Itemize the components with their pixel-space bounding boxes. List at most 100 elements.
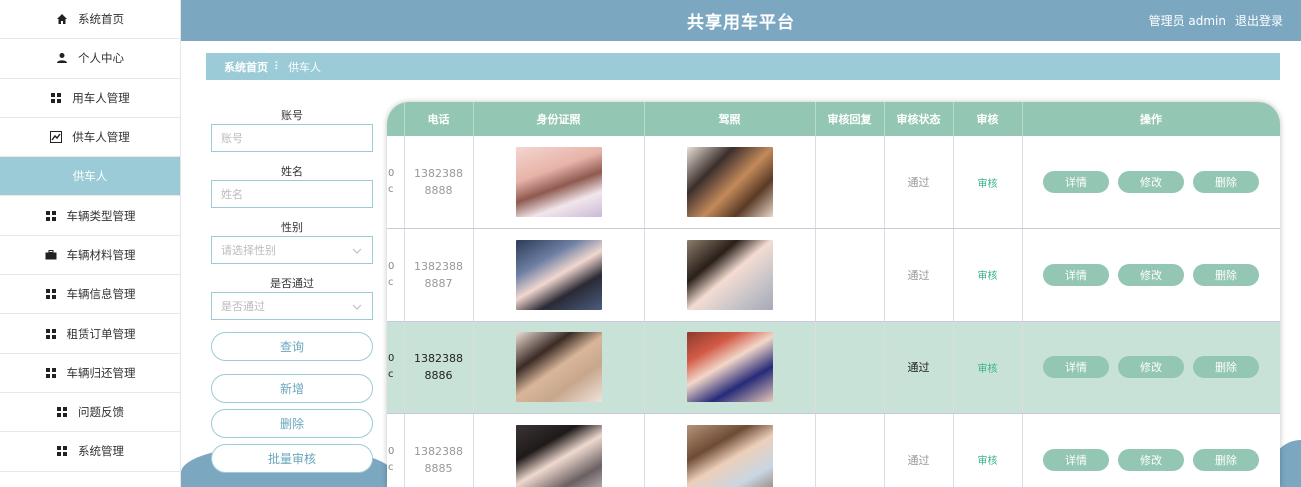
license-photo-image[interactable] [686, 147, 773, 217]
breadcrumb-current: 供车人 [288, 60, 322, 74]
sidebar-item-label: 车辆归还管理 [66, 365, 136, 380]
review-link[interactable]: 审核 [978, 456, 998, 467]
sidebar-item-label: 车辆信息管理 [66, 287, 136, 302]
phone-cell: 1382388 8887 [404, 228, 474, 322]
sidebar-item-label: 租赁订单管理 [66, 326, 136, 341]
id-photo-cell [473, 413, 645, 487]
table-row[interactable]: 0c 1382388 8885 通过 审核 详情 修改 删除 [387, 413, 1280, 487]
row-delete-button[interactable]: 删除 [1193, 171, 1259, 193]
truncated-cell: 0c [387, 228, 405, 322]
edit-button[interactable]: 修改 [1118, 171, 1184, 193]
row-delete-button[interactable]: 删除 [1193, 356, 1259, 379]
column-header: 电话 [404, 102, 474, 136]
name-input[interactable]: 姓名 [211, 180, 373, 208]
account-label: 账号 [281, 109, 303, 122]
supplier-table: 电话 身份证照 驾照 审核回复 审核状态 审核 操作 0c 1382388 888… [387, 102, 1280, 487]
review-link[interactable]: 审核 [978, 271, 998, 282]
passed-select[interactable]: 是否通过 [211, 292, 373, 320]
id-photo-image[interactable] [515, 332, 602, 403]
review-link[interactable]: 审核 [978, 179, 998, 190]
top-header: 共享用车平台 管理员 admin 退出登录 [181, 0, 1301, 41]
review-cell: 审核 [953, 413, 1023, 487]
grid-icon [45, 210, 57, 222]
name-placeholder: 姓名 [221, 188, 243, 201]
home-icon [56, 13, 68, 25]
account-placeholder: 账号 [221, 132, 243, 145]
license-photo-image[interactable] [686, 424, 773, 487]
sidebar-item-vehicle-materials[interactable]: 车辆材料管理 [0, 236, 180, 276]
actions-cell: 详情 修改 删除 [1022, 413, 1280, 487]
sidebar-item-renters[interactable]: 用车人管理 [0, 79, 180, 118]
review-reply-cell [815, 228, 885, 322]
gender-select[interactable]: 请选择性别 [211, 236, 373, 264]
logout-link[interactable]: 退出登录 [1235, 12, 1283, 29]
sidebar-item-suppliers[interactable]: 供车人管理 [0, 118, 180, 158]
sidebar-item-rental-orders[interactable]: 租赁订单管理 [0, 314, 180, 354]
truncated-text: c [388, 276, 394, 288]
sidebar-item-vehicle-types[interactable]: 车辆类型管理 [0, 196, 180, 236]
sidebar-item-supplier-sub[interactable]: 供车人 [0, 157, 180, 197]
phone-text: 1382388 [414, 352, 463, 366]
row-delete-button[interactable]: 删除 [1193, 263, 1259, 286]
passed-placeholder: 是否通过 [221, 300, 265, 313]
detail-button[interactable]: 详情 [1043, 356, 1109, 379]
grid-icon [45, 328, 57, 340]
id-photo-cell [473, 321, 645, 414]
table-row[interactable]: 0c 1382388 8887 通过 审核 详情 修改 删除 [387, 228, 1280, 322]
sidebar: 系统首页 个人中心 用车人管理 供车人管理 供车人 车辆类型管理 车辆材料管理 … [0, 0, 181, 487]
column-header: 审核 [953, 102, 1023, 136]
column-header: 审核状态 [884, 102, 954, 136]
id-photo-image[interactable] [515, 424, 602, 487]
truncated-text: c [388, 184, 394, 195]
sidebar-item-returns[interactable]: 车辆归还管理 [0, 354, 180, 393]
sidebar-item-label: 系统首页 [78, 12, 124, 27]
sidebar-item-label: 个人中心 [78, 51, 124, 66]
sidebar-item-profile[interactable]: 个人中心 [0, 39, 180, 79]
detail-button[interactable]: 详情 [1043, 448, 1109, 471]
sidebar-item-label: 供车人 [72, 169, 108, 184]
grid-icon [56, 445, 68, 457]
column-header: 操作 [1022, 102, 1280, 136]
breadcrumb-home[interactable]: 系统首页 [224, 59, 268, 75]
phone-text: 8885 [424, 461, 453, 475]
review-link[interactable]: 审核 [978, 364, 998, 375]
edit-button[interactable]: 修改 [1118, 448, 1184, 471]
license-photo-image[interactable] [686, 332, 773, 403]
edit-button[interactable]: 修改 [1118, 263, 1184, 286]
batch-review-button[interactable]: 批量审核 [211, 444, 373, 473]
grid-icon [45, 288, 57, 300]
column-header: 审核回复 [815, 102, 885, 136]
sidebar-item-vehicle-info[interactable]: 车辆信息管理 [0, 275, 180, 315]
phone-text: 8888 [424, 184, 453, 197]
query-button[interactable]: 查询 [211, 332, 373, 361]
truncated-text: c [388, 461, 394, 473]
sidebar-item-home[interactable]: 系统首页 [0, 0, 180, 40]
phone-text: 8887 [424, 276, 453, 290]
phone-cell: 1382388 8888 [404, 136, 474, 229]
sidebar-item-label: 车辆类型管理 [66, 208, 136, 223]
sidebar-item-feedback[interactable]: 问题反馈 [0, 393, 180, 433]
briefcase-icon [45, 249, 57, 261]
column-header: 驾照 [644, 102, 816, 136]
id-photo-image[interactable] [515, 239, 602, 310]
delete-button[interactable]: 删除 [211, 409, 373, 438]
review-status-cell: 通过 [884, 136, 954, 229]
chart-icon [50, 131, 63, 144]
id-photo-image[interactable] [515, 147, 602, 217]
detail-button[interactable]: 详情 [1043, 171, 1109, 193]
sidebar-item-system[interactable]: 系统管理 [0, 432, 180, 472]
table-row[interactable]: 0 c 1382388 8888 通过 审核 详情 修改 删除 [387, 136, 1280, 229]
edit-button[interactable]: 修改 [1118, 356, 1184, 379]
detail-button[interactable]: 详情 [1043, 263, 1109, 286]
chevron-down-icon [352, 300, 362, 313]
sidebar-item-label: 系统管理 [78, 444, 124, 459]
phone-text: 1382388 [414, 259, 463, 273]
table-row-selected[interactable]: 0c 1382388 8886 通过 审核 详情 修改 删除 [387, 321, 1280, 414]
row-delete-button[interactable]: 删除 [1193, 448, 1259, 471]
license-photo-image[interactable] [686, 239, 773, 310]
id-photo-cell [473, 136, 645, 229]
account-input[interactable]: 账号 [211, 124, 373, 152]
add-button[interactable]: 新增 [211, 374, 373, 403]
phone-text: 1382388 [414, 167, 463, 180]
truncated-text: 0 [388, 168, 395, 179]
